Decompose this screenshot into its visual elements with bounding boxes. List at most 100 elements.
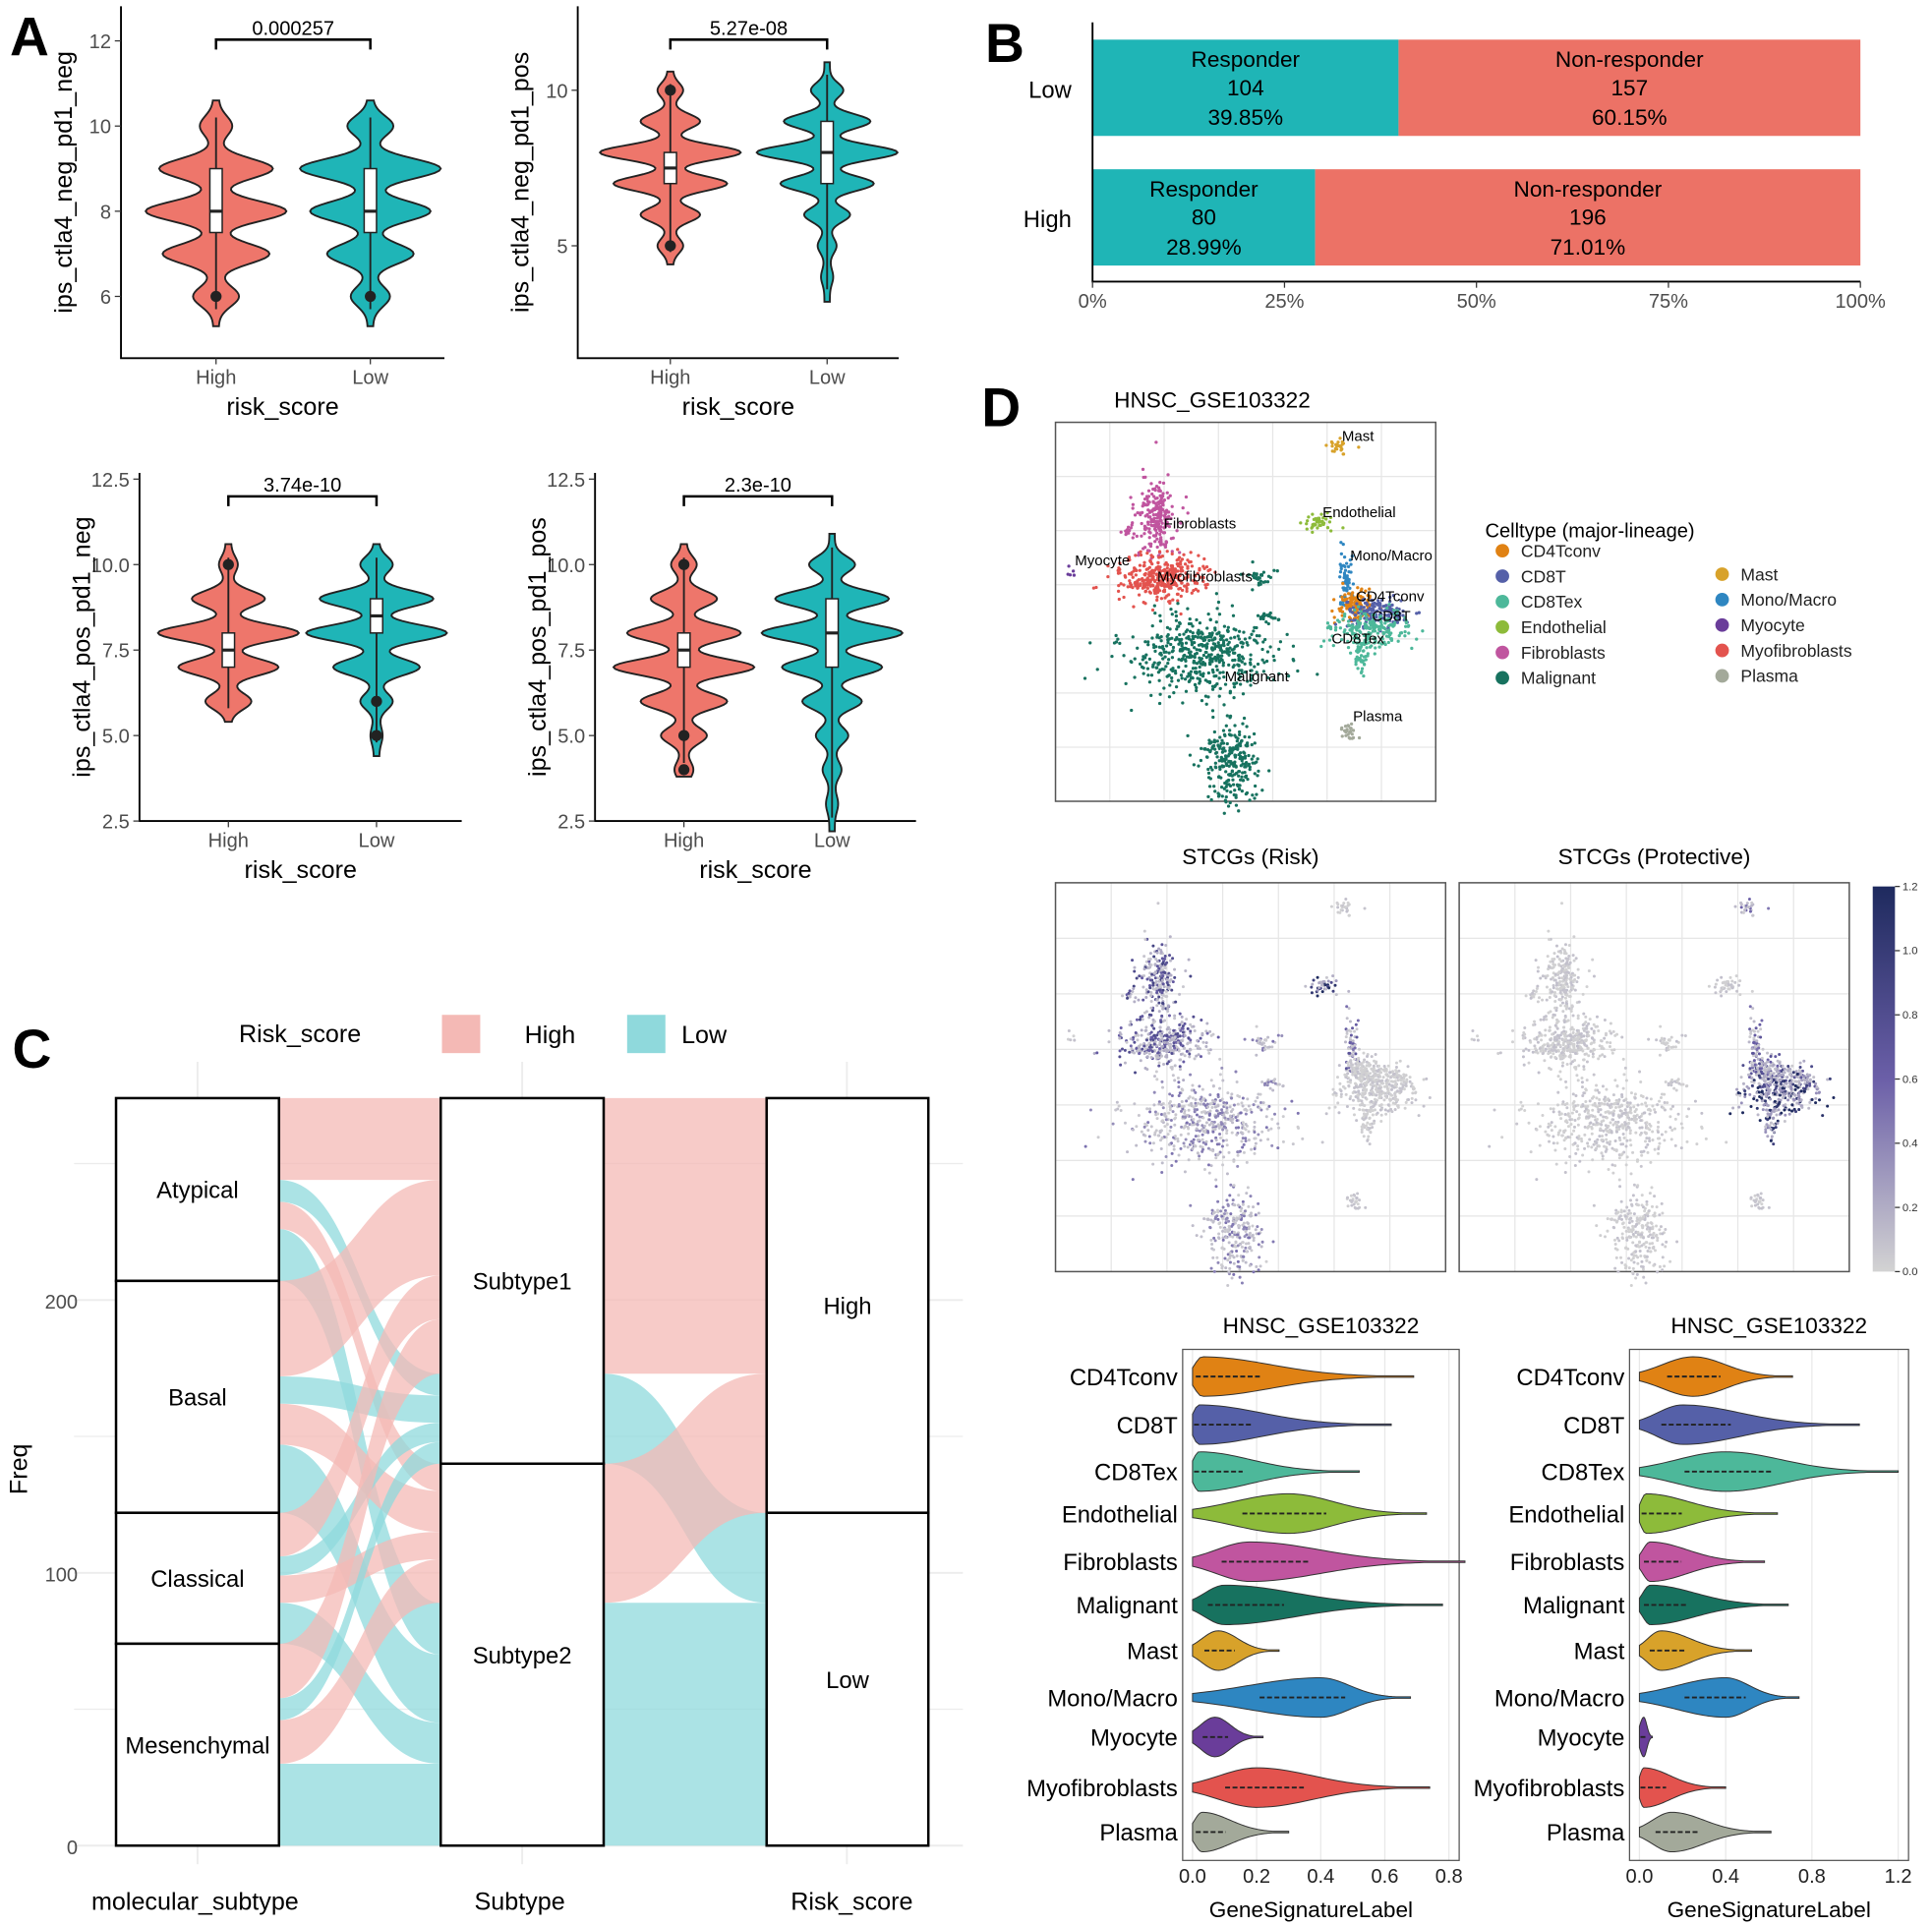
cell-point [1329, 529, 1333, 533]
cell-point [1188, 1052, 1192, 1056]
cell-point [1131, 536, 1135, 540]
cell-point [1117, 597, 1121, 602]
cell-point [1152, 971, 1156, 975]
cell-point [1238, 1094, 1242, 1098]
cell-point [1157, 661, 1161, 665]
cell-point [1320, 990, 1324, 994]
cell-point [1247, 1138, 1251, 1142]
cell-point [1741, 910, 1745, 914]
cell-point [1582, 1058, 1586, 1062]
cell-point [1362, 659, 1366, 663]
cell-point [1232, 1184, 1236, 1188]
cell-point [1346, 901, 1350, 905]
cell-point [1362, 1051, 1366, 1055]
cell-point [1166, 473, 1170, 477]
cell-point [1511, 1040, 1515, 1044]
cell-point [1264, 1038, 1268, 1042]
cell-point [1360, 667, 1365, 671]
cell-point [1184, 664, 1188, 669]
cell-point [1154, 485, 1159, 489]
x-tick-label: Low [814, 830, 850, 851]
cell-point [1253, 772, 1257, 776]
cell-point [1236, 1102, 1240, 1106]
cell-point [1183, 1046, 1187, 1050]
cell-point [1565, 1062, 1569, 1066]
cell-point [1345, 1105, 1349, 1109]
cell-point [1202, 1167, 1206, 1171]
cell-point [1159, 1146, 1163, 1150]
cell-point [1248, 1263, 1252, 1267]
cell-point [1240, 1139, 1244, 1143]
cell-point [1587, 969, 1591, 973]
cell-point [1152, 1075, 1156, 1079]
cell-point [1353, 1046, 1357, 1050]
cell-point [1396, 1105, 1400, 1109]
cell-point [1381, 1091, 1385, 1095]
cell-point [1227, 764, 1231, 768]
cell-point [1549, 1038, 1552, 1042]
cell-point [1177, 587, 1181, 591]
cell-point [1245, 1250, 1249, 1254]
cell-point [1161, 1007, 1165, 1011]
cell-point [1222, 703, 1226, 707]
cell-point [1181, 1030, 1185, 1034]
cell-point [1257, 1092, 1260, 1096]
y-tick-label: 6 [100, 287, 111, 309]
cell-point [1184, 689, 1189, 693]
cell-point [1271, 1039, 1275, 1043]
cell-point [1237, 637, 1242, 641]
cell-point [1261, 640, 1265, 644]
cell-point [1223, 733, 1227, 738]
cell-point [1403, 1106, 1407, 1110]
cell-point [1188, 1095, 1192, 1099]
cell-point [1546, 1044, 1550, 1048]
cell-point [1122, 654, 1126, 658]
cell-point [1590, 1026, 1594, 1030]
cell-point [1206, 1105, 1210, 1109]
cell-point [1341, 1084, 1345, 1088]
cell-point [1198, 665, 1201, 670]
feature-plots: STCGs (Risk) STCGs (Protective)0.00.20.40… [1054, 845, 1918, 1287]
cell-point [1156, 1112, 1160, 1116]
cell-point [1235, 1255, 1239, 1258]
cell-point [1211, 715, 1215, 720]
legend-entry: Low [681, 1021, 728, 1049]
cell-point [1592, 974, 1596, 978]
cell-point [1346, 1204, 1350, 1208]
cell-point [1316, 988, 1319, 992]
cell-point [1195, 1113, 1199, 1117]
cell-point [1171, 1110, 1175, 1114]
cell-point [1316, 526, 1319, 530]
cell-point [1201, 1040, 1205, 1044]
cell-point [1162, 1049, 1166, 1053]
cell-point [1179, 1028, 1183, 1032]
cell-point [1236, 1164, 1240, 1168]
cell-point [1161, 1106, 1165, 1110]
cell-point [1224, 795, 1228, 799]
cell-point [1259, 615, 1263, 619]
cell-point [1161, 993, 1165, 997]
cell-point [1235, 644, 1239, 648]
cell-point [1152, 1026, 1156, 1030]
cell-point [1391, 1070, 1395, 1074]
cell-point [1620, 1035, 1624, 1039]
cell-point [1334, 979, 1338, 983]
cell-point [1143, 1028, 1147, 1032]
cell-point [1396, 1098, 1400, 1102]
cell-point [1347, 913, 1351, 917]
cell-point [1121, 994, 1125, 998]
cell-point [1256, 613, 1260, 617]
cell-point [1374, 1100, 1377, 1104]
cell-point [1228, 1260, 1232, 1264]
cell-point [1342, 575, 1346, 580]
cell-point [1238, 659, 1243, 663]
cell-point [1268, 1086, 1272, 1090]
cell-point [1550, 1055, 1553, 1059]
cell-point [1323, 983, 1327, 987]
cell-point [1350, 1063, 1354, 1067]
cell-point [1378, 1108, 1382, 1112]
cell-point [1571, 1030, 1575, 1034]
cell-point [1243, 765, 1247, 769]
cell-point [1334, 993, 1338, 997]
cell-point [1151, 1162, 1155, 1166]
